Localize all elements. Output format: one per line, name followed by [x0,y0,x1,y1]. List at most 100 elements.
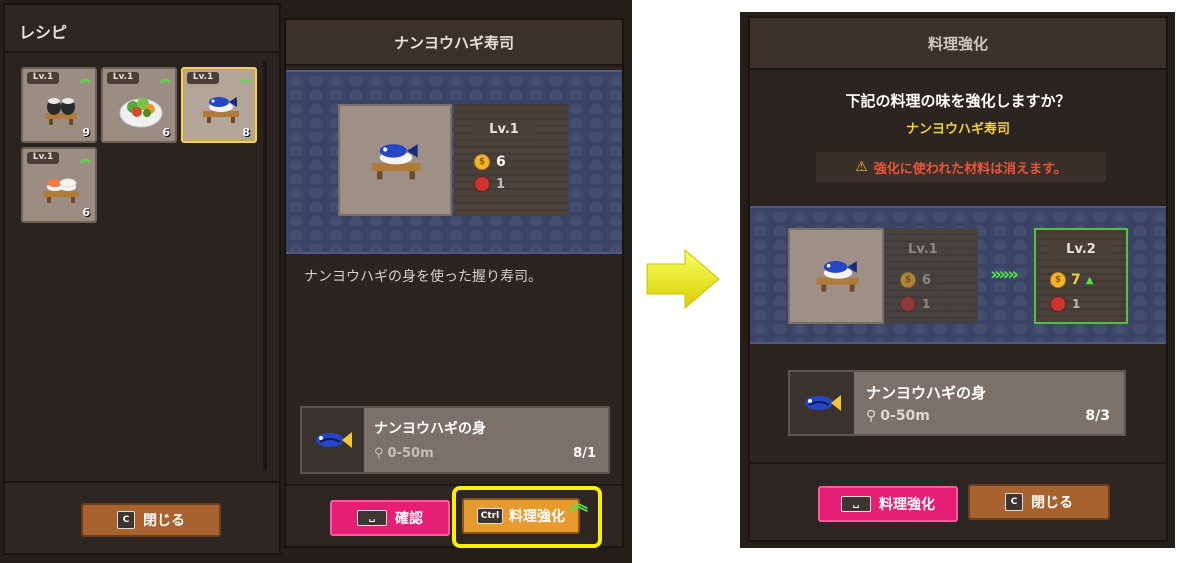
confirm-upgrade-button-label: 料理強化 [879,497,935,513]
location-pin-icon: ⚲ [374,446,384,461]
transition-arrow-icon [646,248,720,310]
upgrade-dialog-footer: ␣ 料理強化 C 閉じる [750,462,1166,540]
upgrade-available-icon: ︽ [80,152,91,165]
recipe-scrollbar[interactable] [263,61,267,471]
material-location: ⚲ 0-50m [866,408,930,424]
recipe-level-badge: Lv.1 [27,152,59,164]
recipe-panel: レシピ Lv.1 ︽ 9 Lv.1 ︽ 6 Lv.1 ︽ 8 Lv.1 ︽ 6 … [3,3,281,555]
current-stock-row: 1 [900,296,930,312]
upgraded-level-badge: Lv.2 [1050,240,1112,260]
dish-preview-band: Lv.1 $ 6 1 [286,70,622,254]
cook-upgrade-button[interactable]: Ctrl 料理強化 [462,498,580,534]
upgrade-dialog-title: 料理強化 [927,35,988,53]
current-price: 6 [922,272,932,288]
recipe-card-selected[interactable]: Lv.1 ︽ 8 [181,67,257,143]
blue-tang-sushi-icon [371,144,421,180]
upgrade-dish-name: ナンヨウハギ寿司 [905,122,1010,137]
blue-tang-sushi-icon [203,97,239,123]
recipe-level-badge: Lv.1 [187,72,219,84]
dish-image-frame [788,228,884,324]
upgrade-available-icon: ︽ [80,72,91,85]
bowl-icon [900,296,916,312]
current-price-row: $ 6 [900,272,931,288]
coin-icon: $ [1050,272,1066,288]
recipe-grid: Lv.1 ︽ 9 Lv.1 ︽ 6 Lv.1 ︽ 8 Lv.1 ︽ 6 [15,61,265,473]
dish-price-row: $ 6 [474,154,506,170]
dish-stats: Lv.1 $ 6 1 [454,104,568,216]
dish-title: ナンヨウハギ寿司 [393,34,514,52]
material-location: ⚲ 0-50m [374,446,434,461]
material-location-text: 0-50m [880,408,930,424]
close-button-label: 閉じる [143,513,185,529]
key-space-icon: ␣ [841,496,871,512]
blue-tang-sushi-icon [816,261,860,292]
dish-price: 6 [496,154,506,170]
material-row: ナンヨウハギの身 ⚲ 0-50m 8/1 [300,406,610,474]
recipe-count: 8 [242,126,250,139]
key-c-icon: C [117,511,135,529]
dish-detail-header: ナンヨウハギ寿司 [286,20,622,66]
coin-icon: $ [474,154,490,170]
location-pin-icon: ⚲ [866,408,877,424]
blue-tang-fish-icon [805,395,841,411]
bowl-icon [474,176,490,192]
recipe-panel-header: レシピ [5,5,279,53]
upgrade-warning-box: ⚠ 強化に使われた材料は消えます。 [816,152,1106,182]
salad-bowl-icon [119,98,163,128]
confirm-button[interactable]: ␣ 確認 [330,500,450,536]
upgraded-stock-row: 1 [1050,296,1080,312]
material-quantity: 8/3 [1085,408,1110,424]
material-name: ナンヨウハギの身 [374,421,486,437]
upgrade-dialog: 料理強化 下記の料理の味を強化しますか？ ナンヨウハギ寿司 ⚠ 強化に使われた材… [748,16,1168,542]
recipe-level-badge: Lv.1 [27,72,59,84]
confirm-upgrade-button[interactable]: ␣ 料理強化 [818,486,958,522]
confirm-button-label: 確認 [395,511,423,527]
upgraded-price-row: $ 7 ▲ [1050,272,1093,288]
close-button[interactable]: C 閉じる [968,484,1110,520]
current-stats: Lv.1 $ 6 1 [884,228,978,324]
recipe-card[interactable]: Lv.1 ︽ 6 [21,147,97,223]
warning-icon: ⚠ [855,159,868,175]
salmon-sushi-icon [43,178,79,203]
recipe-count: 6 [82,206,90,219]
upgrade-warning-text: 強化に使われた材料は消えます。 [873,161,1067,177]
recipe-card[interactable]: Lv.1 ︽ 9 [21,67,97,143]
dish-stock-row: 1 [474,176,505,192]
upgraded-price: 7 [1071,272,1081,288]
upgrade-available-icon: ︽ [240,72,251,85]
price-increase-icon: ▲ [1085,274,1094,286]
recipe-count: 6 [162,126,170,139]
recipe-card[interactable]: Lv.1 ︽ 6 [101,67,177,143]
bowl-icon [1050,296,1066,312]
material-location-text: 0-50m [387,446,434,461]
seaweed-sushi-icon [45,98,77,125]
upgrade-available-icon: ︽ [570,494,588,515]
upgrade-dialog-header: 料理強化 [750,18,1166,70]
dish-detail-panel: ナンヨウハギ寿司 Lv.1 $ 6 1 ナンヨウハギの身を使った握り寿司。 ナン… [284,18,624,548]
key-c-icon: C [1005,493,1023,511]
upgrade-question: 下記の料理の味を強化しますか？ [845,92,1071,110]
material-name: ナンヨウハギの身 [866,384,987,402]
cook-upgrade-button-label: 料理強化 [509,509,565,525]
coin-icon: $ [900,272,916,288]
recipe-count: 9 [82,126,90,139]
material-icon-frame [790,372,854,434]
game-screenshot-left: レシピ Lv.1 ︽ 9 Lv.1 ︽ 6 Lv.1 ︽ 8 Lv.1 ︽ 6 … [0,0,632,563]
material-icon-frame [302,408,364,472]
detail-footer: ␣ 確認 Ctrl 料理強化 ︽ [286,484,622,548]
close-button[interactable]: C 閉じる [81,503,221,537]
upgrade-arrow-icon: »»» [990,264,1019,285]
dish-description: ナンヨウハギの身を使った握り寿司。 [304,269,542,285]
game-screenshot-right: 料理強化 下記の料理の味を強化しますか？ ナンヨウハギ寿司 ⚠ 強化に使われた材… [740,12,1175,548]
close-button-label: 閉じる [1031,495,1073,511]
upgraded-stock: 1 [1072,297,1081,311]
upgraded-stats: Lv.2 $ 7 ▲ 1 [1034,228,1128,324]
dish-stock: 1 [496,176,506,192]
key-space-icon: ␣ [357,510,387,526]
recipe-panel-title: レシピ [19,23,68,42]
recipe-footer: C 閉じる [5,481,279,553]
dish-image-frame [338,104,452,216]
recipe-level-badge: Lv.1 [107,72,139,84]
dish-level-badge: Lv.1 [472,120,536,140]
current-stock: 1 [922,297,931,311]
